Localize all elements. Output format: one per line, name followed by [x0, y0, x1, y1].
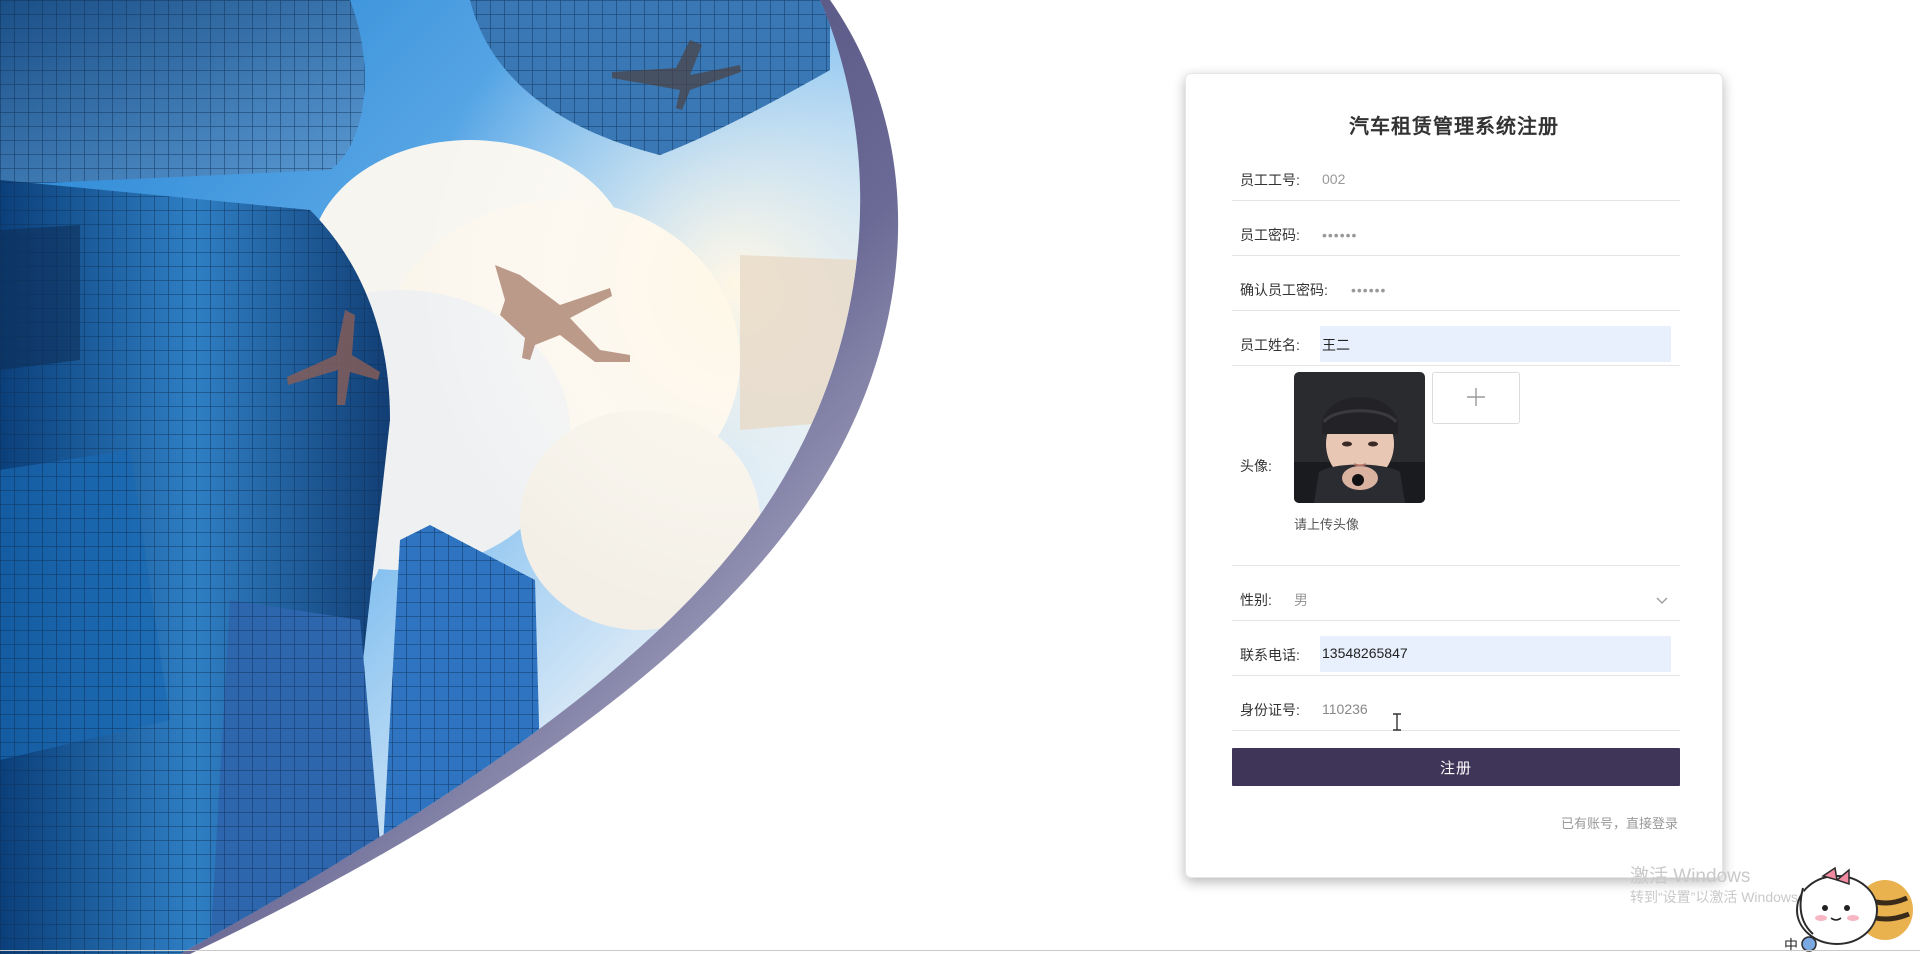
- avatar-row: 头像: 请上传头像: [1232, 366, 1680, 566]
- phone-row: 联系电话: 13548265847: [1232, 621, 1680, 676]
- ime-indicator[interactable]: 中: [1784, 935, 1798, 954]
- text-cursor-icon: [1391, 713, 1403, 736]
- avatar: [1294, 372, 1425, 503]
- employee-name-value: 王二: [1322, 337, 1350, 353]
- phone-label: 联系电话:: [1240, 647, 1300, 663]
- employee-id-row: 员工工号: 002: [1232, 158, 1680, 201]
- id-card-input[interactable]: 110236: [1322, 701, 1368, 717]
- password-row: 员工密码: ••••••: [1232, 201, 1680, 256]
- phone-value: 13548265847: [1322, 645, 1408, 661]
- chevron-down-icon[interactable]: [1656, 592, 1668, 610]
- employee-name-row: 员工姓名: 王二: [1232, 311, 1680, 366]
- register-button[interactable]: 注册: [1232, 748, 1680, 786]
- register-card: 汽车租赁管理系统注册 员工工号: 002 员工密码: •••••• 确认员工密码…: [1185, 73, 1723, 878]
- gender-select[interactable]: 男: [1294, 590, 1308, 610]
- mascot-sticker: [1785, 858, 1920, 954]
- register-page: 汽车租赁管理系统注册 员工工号: 002 员工密码: •••••• 确认员工密码…: [0, 0, 1920, 954]
- hero-image: [0, 0, 920, 954]
- employee-name-input[interactable]: 王二: [1320, 326, 1671, 362]
- gender-label: 性别:: [1240, 592, 1272, 608]
- employee-id-input[interactable]: 002: [1322, 171, 1345, 187]
- login-link[interactable]: 已有账号，直接登录: [1561, 813, 1678, 832]
- bottom-divider: [0, 950, 1920, 951]
- id-card-label: 身份证号:: [1240, 702, 1300, 718]
- avatar-label: 头像:: [1240, 458, 1272, 474]
- employee-id-label: 员工工号:: [1240, 172, 1300, 188]
- watermark-title: 激活 Windows: [1630, 866, 1751, 887]
- avatar-upload-button[interactable]: [1432, 372, 1520, 424]
- confirm-password-label: 确认员工密码:: [1240, 282, 1328, 298]
- plus-icon: [1466, 382, 1486, 414]
- gender-row[interactable]: 性别: 男: [1232, 566, 1680, 621]
- avatar-upload-hint: 请上传头像: [1294, 517, 1360, 532]
- phone-input[interactable]: 13548265847: [1320, 636, 1671, 672]
- confirm-password-row: 确认员工密码: ••••••: [1232, 256, 1680, 311]
- id-card-row: 身份证号: 110236: [1232, 676, 1680, 731]
- form-title: 汽车租赁管理系统注册: [1349, 116, 1559, 138]
- password-label: 员工密码:: [1240, 227, 1300, 243]
- confirm-password-input[interactable]: ••••••: [1351, 282, 1386, 298]
- password-input[interactable]: ••••••: [1322, 227, 1357, 243]
- employee-name-label: 员工姓名:: [1240, 337, 1300, 353]
